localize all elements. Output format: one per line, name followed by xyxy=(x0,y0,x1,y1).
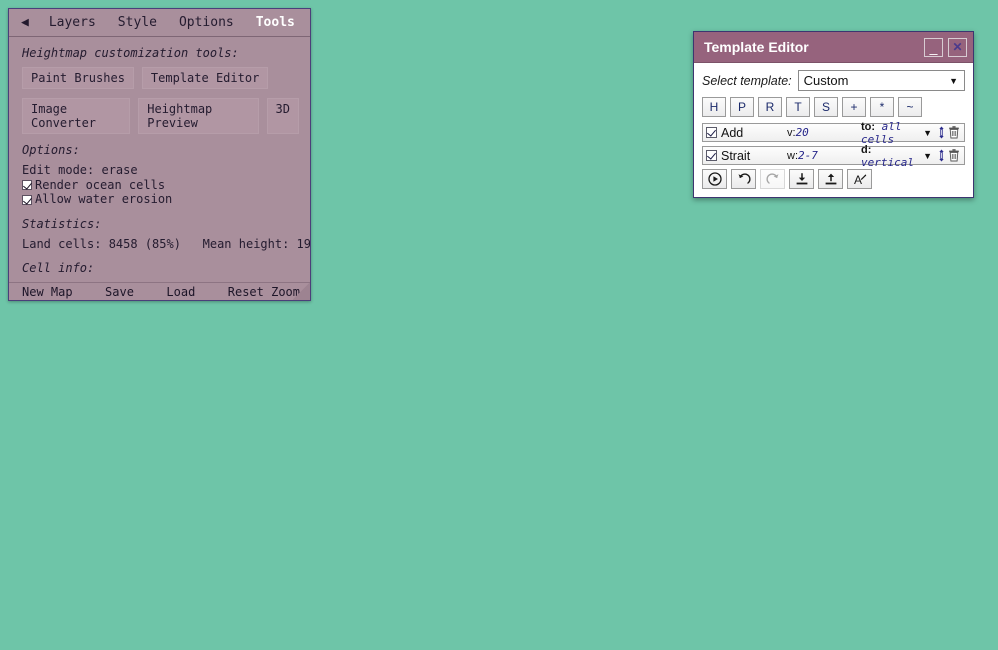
chevron-down-icon[interactable]: ▼ xyxy=(921,151,937,161)
allow-water-erosion-label: Allow water erosion xyxy=(35,193,172,207)
rule-param-value: 20 xyxy=(796,126,809,139)
undo-button[interactable] xyxy=(731,169,756,189)
close-icon[interactable]: ✕ xyxy=(948,38,967,57)
letter-button-tilde[interactable]: ~ xyxy=(898,97,922,117)
template-rule-row[interactable]: Strait w:2-7 d: vertical ▼ xyxy=(702,146,965,165)
spacer-1 xyxy=(22,207,299,217)
tool-panel-body: Heightmap customization tools: Paint Bru… xyxy=(9,37,310,300)
tool-buttons-row-1: Paint Brushes Template Editor xyxy=(22,67,299,89)
rule-param[interactable]: w:2-7 xyxy=(787,149,861,162)
upload-template-button[interactable] xyxy=(818,169,843,189)
letter-button-h[interactable]: H xyxy=(702,97,726,117)
redo-button[interactable] xyxy=(760,169,785,189)
triangle-left-icon[interactable]: ◀ xyxy=(15,16,38,29)
cell-info-heading: Cell info: xyxy=(22,261,299,275)
chevron-down-icon: ▼ xyxy=(949,76,958,86)
tool-panel: ◀ Layers Style Options Tools About Heigh… xyxy=(8,8,311,301)
reset-zoom-button[interactable]: Reset Zoom xyxy=(228,285,300,299)
select-template-dropdown[interactable]: Custom ▼ xyxy=(798,70,965,91)
spacer-2 xyxy=(22,251,299,261)
letter-button-r[interactable]: R xyxy=(758,97,782,117)
load-button[interactable]: Load xyxy=(166,285,195,299)
svg-text:A: A xyxy=(854,173,862,186)
run-template-button[interactable] xyxy=(702,169,727,189)
template-editor-window: Template Editor _ ✕ Select template: Cus… xyxy=(693,31,974,198)
statistics-line: Land cells: 8458 (85%) Mean height: 19 xyxy=(22,238,299,252)
template-editor-body: Select template: Custom ▼ H P R T S + * … xyxy=(694,63,973,197)
chevron-down-icon[interactable]: ▼ xyxy=(921,128,937,138)
template-letter-buttons: H P R T S + * ~ xyxy=(702,97,965,117)
select-template-label: Select template: xyxy=(702,74,792,88)
rule-enabled-checkbox[interactable] xyxy=(706,127,717,138)
template-editor-titlebar[interactable]: Template Editor _ ✕ xyxy=(694,32,973,63)
rule-target-key: d: xyxy=(861,144,871,156)
rule-param[interactable]: v:20 xyxy=(787,126,861,139)
new-map-button[interactable]: New Map xyxy=(22,285,73,299)
render-ocean-cells-checkbox-row[interactable]: Render ocean cells xyxy=(22,179,299,193)
minimize-button[interactable]: _ xyxy=(924,38,943,57)
letter-button-s[interactable]: S xyxy=(814,97,838,117)
menu-item-style[interactable]: Style xyxy=(107,12,168,33)
download-template-button[interactable] xyxy=(789,169,814,189)
app-root: ◀ Layers Style Options Tools About Heigh… xyxy=(0,0,998,650)
select-template-value: Custom xyxy=(804,73,849,88)
menu-item-about[interactable]: About xyxy=(306,12,311,33)
select-template-row: Select template: Custom ▼ xyxy=(702,70,965,91)
rule-target[interactable]: d: vertical xyxy=(861,143,921,169)
options-heading: Options: xyxy=(22,143,299,157)
rule-enabled-checkbox[interactable] xyxy=(706,150,717,161)
image-converter-button[interactable]: Image Converter xyxy=(22,98,130,134)
rule-target-value: vertical xyxy=(861,156,914,169)
letter-button-t[interactable]: T xyxy=(786,97,810,117)
menu-item-options[interactable]: Options xyxy=(168,12,245,33)
statistics-heading: Statistics: xyxy=(22,217,299,231)
rule-name: Strait xyxy=(721,149,787,163)
drag-handle-icon[interactable] xyxy=(937,127,945,139)
rule-param-value: 2-7 xyxy=(798,149,818,162)
letter-button-plus[interactable]: + xyxy=(842,97,866,117)
allow-water-erosion-checkbox-row[interactable]: Allow water erosion xyxy=(22,193,299,207)
rule-name: Add xyxy=(721,126,787,140)
render-ocean-cells-checkbox[interactable] xyxy=(22,180,32,190)
menu-item-layers[interactable]: Layers xyxy=(38,12,107,33)
template-rule-row[interactable]: Add v:20 to: all cells ▼ xyxy=(702,123,965,142)
rule-param-key: v: xyxy=(787,127,796,139)
trash-icon[interactable] xyxy=(947,126,961,140)
letter-button-p[interactable]: P xyxy=(730,97,754,117)
tool-buttons-row-2: Image Converter Heightmap Preview 3D xyxy=(22,98,299,134)
resize-grip-icon[interactable] xyxy=(293,283,310,300)
rename-template-button[interactable]: A xyxy=(847,169,872,189)
rule-target-key: to: xyxy=(861,121,875,133)
edit-mode-line: Edit mode: erase xyxy=(22,164,299,178)
render-ocean-cells-label: Render ocean cells xyxy=(35,179,165,193)
drag-handle-icon[interactable] xyxy=(937,150,945,162)
heightmap-preview-button[interactable]: Heightmap Preview xyxy=(138,98,258,134)
template-action-buttons: A xyxy=(702,169,965,189)
rule-param-key: w: xyxy=(787,150,798,162)
tools-heading: Heightmap customization tools: xyxy=(22,46,299,60)
three-d-button[interactable]: 3D xyxy=(267,98,299,134)
menu-bar: ◀ Layers Style Options Tools About xyxy=(9,9,310,37)
panel-bottom-bar: New Map Save Load Reset Zoom xyxy=(9,282,310,300)
trash-icon[interactable] xyxy=(947,149,961,163)
paint-brushes-button[interactable]: Paint Brushes xyxy=(22,67,134,89)
menu-item-tools[interactable]: Tools xyxy=(245,12,306,33)
letter-button-asterisk[interactable]: * xyxy=(870,97,894,117)
save-button[interactable]: Save xyxy=(105,285,134,299)
template-editor-button[interactable]: Template Editor xyxy=(142,67,268,89)
allow-water-erosion-checkbox[interactable] xyxy=(22,195,32,205)
template-editor-title: Template Editor xyxy=(704,39,919,55)
